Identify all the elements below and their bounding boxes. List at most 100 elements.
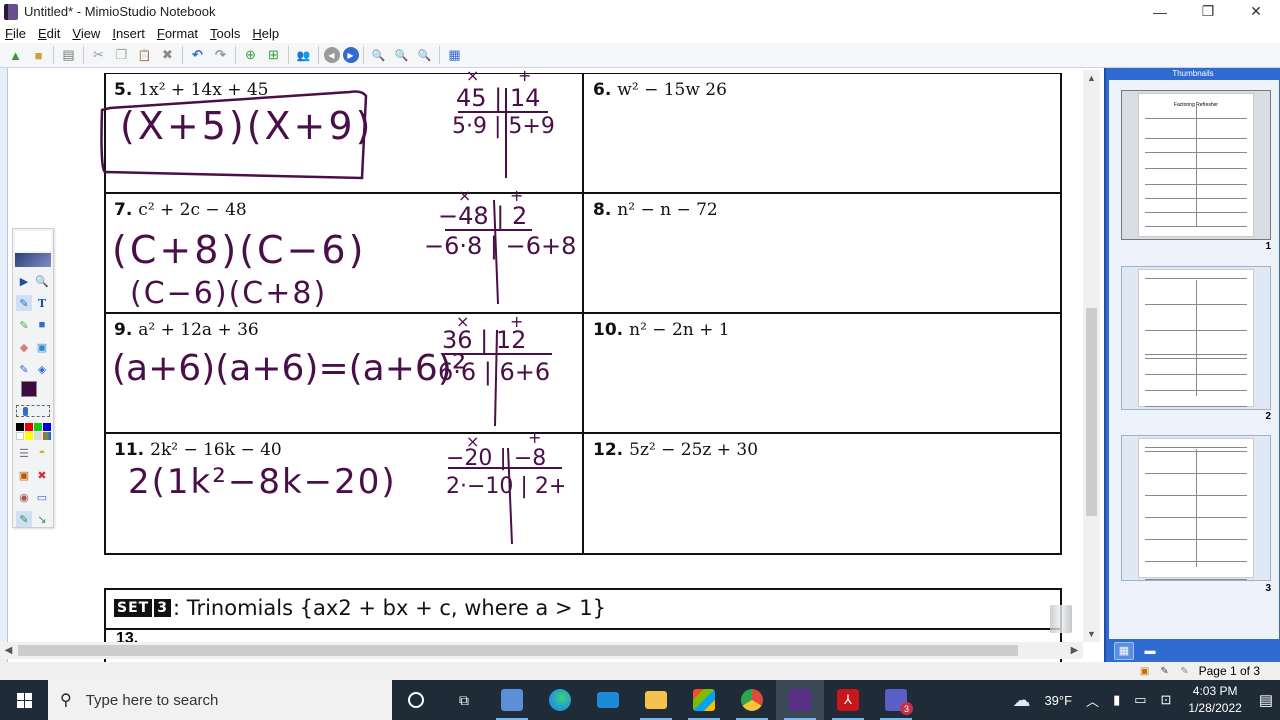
set-number-badge: 3 <box>154 599 171 617</box>
thumbnail-page-3[interactable] <box>1121 435 1271 581</box>
thumbnail-list: Factoring Refresher 1 2 3 <box>1109 80 1279 639</box>
thumbnail-number: 1 <box>1265 241 1271 252</box>
color-blue[interactable] <box>43 423 51 431</box>
tools-icon[interactable]: ✖ <box>34 467 50 483</box>
thumbnails-tab-icon[interactable]: ▦ <box>1114 641 1134 660</box>
taskbar-app-mail[interactable] <box>584 680 632 720</box>
horizontal-scroll-thumb[interactable] <box>18 645 1018 656</box>
notifications-icon[interactable]: ▤ <box>1259 691 1273 709</box>
pen-status-icon[interactable]: ✎ <box>1159 665 1171 677</box>
store-icon <box>693 689 715 711</box>
ink-color-swatch[interactable] <box>21 381 37 397</box>
microphone-icon[interactable]: ▮ <box>1113 692 1120 708</box>
thumbnail-number: 2 <box>1265 411 1271 422</box>
mimio-app-icon <box>789 689 811 711</box>
thumbnail-page-preview <box>1138 438 1254 580</box>
zoom-tool-icon[interactable]: 🔍 <box>34 273 50 289</box>
shape-tool-icon[interactable]: ■ <box>34 317 50 333</box>
acrobat-icon: ⅄ <box>837 689 859 711</box>
taskbar-app-calculator[interactable] <box>488 680 536 720</box>
recorder-icon[interactable]: ▣ <box>16 467 32 483</box>
color-none[interactable] <box>34 432 42 440</box>
task-view-icon: ⧉ <box>459 691 469 708</box>
battery-icon[interactable]: ▭ <box>1134 692 1146 708</box>
set3-header: SET 3 : Trinomials {ax2 + bx + c, where … <box>114 596 606 620</box>
vertical-scrollbar[interactable]: ▲ ▼ <box>1083 70 1100 642</box>
capture-icon[interactable]: ▭ <box>34 489 50 505</box>
set3-divider <box>106 628 1060 630</box>
color-yellow[interactable] <box>25 432 33 440</box>
color-white[interactable] <box>16 432 24 440</box>
mimio-toolbox: ▶ 🔍 ✎ T ✎ ■ ◆ ▣ ✎ ◈ ☰ ◓ ▣ ✖ ◉ ▭ ✎ ↘ <box>12 228 54 528</box>
weather-temp[interactable]: 39°F <box>1044 693 1072 708</box>
eraser-tool-icon[interactable]: ◆ <box>16 339 32 355</box>
taskbar-app-chrome[interactable] <box>728 680 776 720</box>
teams-icon: 3 <box>885 689 913 715</box>
taskbar-app-teams[interactable]: 3 <box>872 680 920 720</box>
line-style-icon[interactable]: ☰ <box>16 445 32 461</box>
start-button[interactable] <box>0 680 48 720</box>
color-green[interactable] <box>34 423 42 431</box>
cortana-icon <box>408 692 424 708</box>
eyedropper-tool-icon[interactable]: ✎ <box>16 361 32 377</box>
exit-interactive-icon[interactable]: ↘ <box>34 511 50 527</box>
thumbnail-number: 3 <box>1265 583 1271 594</box>
status-bar: ▣ ✎ ✎ Page 1 of 3 <box>0 662 1280 680</box>
gallery-tab-icon[interactable]: ▬ <box>1140 642 1160 660</box>
mail-icon <box>597 692 619 708</box>
thumbnail-page-1[interactable]: Factoring Refresher <box>1121 90 1271 240</box>
thumbnail-page-2[interactable] <box>1121 266 1271 410</box>
fill-tool-icon[interactable]: ◈ <box>34 361 50 377</box>
restore-button[interactable]: ❐ <box>1184 0 1232 23</box>
trash-icon[interactable] <box>1050 605 1072 633</box>
pen-tool-icon[interactable]: ✎ <box>16 295 32 311</box>
color-more[interactable] <box>43 432 51 440</box>
image-tool-icon[interactable]: ▣ <box>34 339 50 355</box>
vertical-scroll-thumb[interactable] <box>1086 308 1097 516</box>
pen-banner-icon <box>15 253 51 267</box>
color-black[interactable] <box>16 423 24 431</box>
task-view-button[interactable]: ⧉ <box>440 680 488 720</box>
scroll-right-arrow-icon[interactable]: ▶ <box>1066 642 1083 659</box>
select-tool-icon[interactable]: ▶ <box>16 273 32 289</box>
taskbar-app-store[interactable] <box>680 680 728 720</box>
taskbar-search-box[interactable]: ⚲ Type here to search <box>48 680 392 720</box>
scroll-left-arrow-icon[interactable]: ◀ <box>0 642 17 659</box>
vote-icon[interactable]: ◉ <box>16 489 32 505</box>
taskbar-app-file-explorer[interactable] <box>632 680 680 720</box>
weather-icon[interactable]: ☁ <box>1012 690 1030 711</box>
cortana-button[interactable] <box>392 680 440 720</box>
thumbnail-page-preview: Factoring Refresher <box>1138 93 1254 237</box>
scroll-down-arrow-icon[interactable]: ▼ <box>1083 626 1100 642</box>
toolbox-header[interactable] <box>15 231 51 251</box>
interactive-mode-icon[interactable]: ✎ <box>16 511 32 527</box>
network-icon[interactable]: ⊡ <box>1161 692 1172 708</box>
ink-ac-vline-11 <box>507 447 513 545</box>
ink-strokes-layer <box>100 88 562 545</box>
edge-icon <box>549 689 571 711</box>
highlighter-tool-icon[interactable]: ✎ <box>16 317 32 333</box>
calculator-app-icon <box>501 689 523 711</box>
search-placeholder: Type here to search <box>85 691 219 709</box>
close-button[interactable]: ✕ <box>1232 0 1280 23</box>
teams-notification-badge: 3 <box>900 702 913 715</box>
color-red[interactable] <box>25 423 33 431</box>
text-tool-icon[interactable]: T <box>34 295 50 311</box>
tools-status-icon[interactable]: ✎ <box>1179 665 1191 677</box>
recorder-status-icon[interactable]: ▣ <box>1139 665 1151 677</box>
minimize-button[interactable]: — <box>1136 0 1184 23</box>
line-width-slider[interactable] <box>16 405 50 417</box>
slider-handle[interactable] <box>23 407 28 416</box>
taskbar-app-acrobat[interactable]: ⅄ <box>824 680 872 720</box>
set3-title: : Trinomials {ax2 + bx + c, where a > 1} <box>172 596 606 620</box>
page-indicator: Page 1 of 3 <box>1198 664 1260 678</box>
show-hidden-icons-button[interactable]: ︿ <box>1086 691 1099 710</box>
ink-ac-vline-9 <box>494 329 498 427</box>
taskbar-app-mimio[interactable] <box>776 680 824 720</box>
gallery-icon[interactable]: ◓ <box>34 445 50 461</box>
clock[interactable]: 4:03 PM 1/28/2022 <box>1188 683 1241 717</box>
taskbar-app-edge[interactable] <box>536 680 584 720</box>
scroll-up-arrow-icon[interactable]: ▲ <box>1083 70 1100 86</box>
file-explorer-icon <box>645 691 667 709</box>
horizontal-scrollbar[interactable]: ◀ ▶ <box>0 642 1083 659</box>
